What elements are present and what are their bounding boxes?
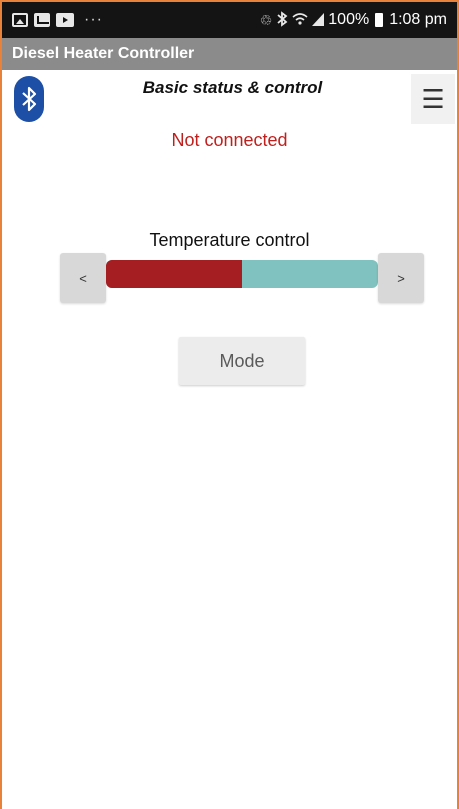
connection-status: Not connected — [171, 130, 288, 150]
temperature-decrease-button[interactable]: < — [60, 253, 106, 303]
more-notifications-icon: ··· — [84, 11, 103, 28]
app-title: Diesel Heater Controller — [12, 45, 195, 62]
menu-button[interactable]: ☰ — [411, 74, 455, 124]
notification-icons: ··· — [2, 11, 103, 29]
bluetooth-status-icon — [276, 10, 288, 30]
system-status-bar: ··· ♲ 100% 1:08 pm — [2, 2, 457, 38]
chevron-left-icon: < — [79, 270, 87, 286]
signal-icon — [312, 12, 325, 29]
mail-icon — [34, 13, 50, 27]
recycle-icon: ♲ — [259, 11, 273, 28]
temperature-increase-button[interactable]: > — [378, 253, 424, 303]
mode-button[interactable]: Mode — [179, 337, 305, 385]
page-title: Basic status & control — [142, 78, 323, 97]
gallery-icon — [12, 13, 28, 27]
battery-percent: 100% — [328, 11, 370, 28]
temperature-slider[interactable] — [106, 260, 378, 288]
video-icon — [56, 13, 74, 27]
temperature-control-label: Temperature control — [149, 230, 310, 250]
wifi-icon — [292, 12, 308, 29]
app-title-bar: Diesel Heater Controller — [2, 38, 457, 70]
clock: 1:08 pm — [389, 11, 447, 28]
chevron-right-icon: > — [397, 270, 405, 286]
temperature-slider-fill — [106, 260, 242, 288]
hamburger-menu-icon: ☰ — [421, 83, 445, 114]
app-frame: ··· ♲ 100% 1:08 pm Diesel Heater Control… — [0, 0, 459, 809]
system-indicators: ♲ 100% 1:08 pm — [259, 10, 457, 30]
battery-icon — [375, 13, 384, 27]
